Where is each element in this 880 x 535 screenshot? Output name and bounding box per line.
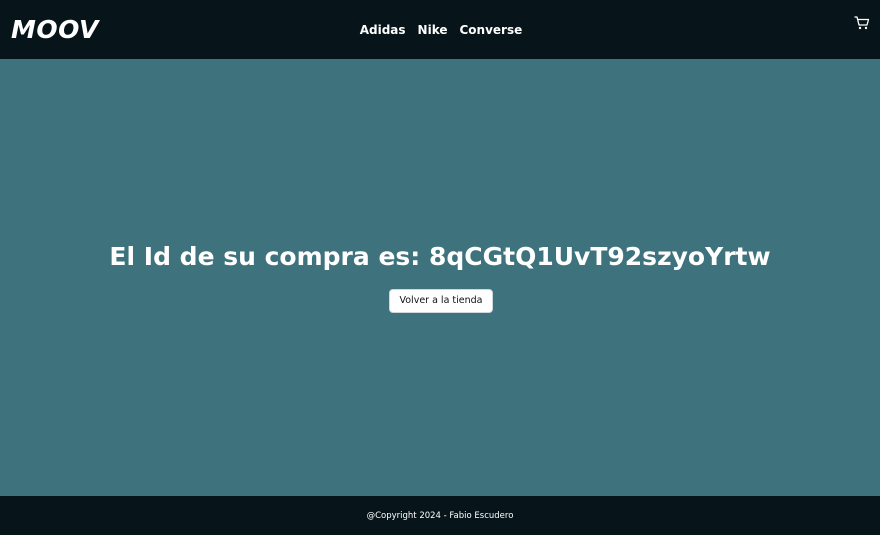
nav-link-adidas[interactable]: Adidas [360,20,406,40]
page: MOOV Adidas Nike Converse El Id de su co… [0,0,880,535]
footer: @Copyright 2024 - Fabio Escudero [0,496,880,535]
back-to-store-button[interactable]: Volver a la tienda [389,289,493,313]
copyright-text: @Copyright 2024 - Fabio Escudero [366,511,514,521]
cart-icon[interactable] [854,15,870,31]
nav-link-nike[interactable]: Nike [418,20,448,40]
nav-link-converse[interactable]: Converse [460,20,523,40]
brand-nav: Adidas Nike Converse [0,20,880,40]
order-id-message: El Id de su compra es: 8qCGtQ1UvT92szyoY… [109,242,771,271]
top-navbar: MOOV Adidas Nike Converse [0,0,880,59]
main-content: El Id de su compra es: 8qCGtQ1UvT92szyoY… [0,59,880,496]
cart-icon-svg [854,16,870,30]
